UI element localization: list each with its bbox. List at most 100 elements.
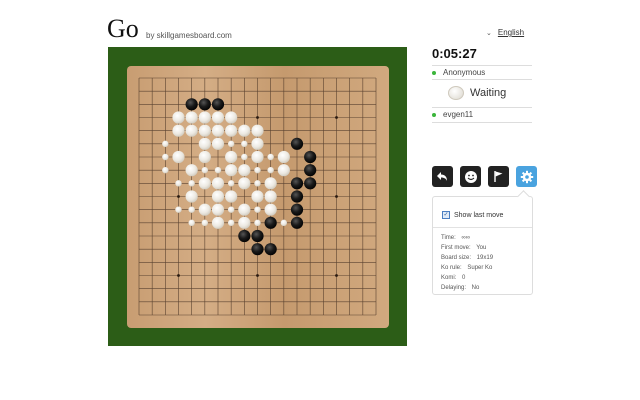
white-stone-marker[interactable]	[201, 166, 209, 174]
black-stone[interactable]	[290, 190, 304, 203]
white-stone-marker[interactable]	[280, 219, 288, 227]
black-stone[interactable]	[251, 229, 264, 243]
white-stone[interactable]	[211, 203, 225, 216]
white-stone-marker[interactable]	[214, 166, 222, 174]
white-stone-marker[interactable]	[227, 140, 235, 148]
page-title: Go	[107, 14, 139, 43]
white-stone-marker[interactable]	[267, 153, 274, 161]
white-stone-marker[interactable]	[254, 166, 261, 174]
player-row-top: Anonymous	[432, 68, 485, 77]
white-stone[interactable]	[185, 111, 198, 124]
divider	[432, 65, 532, 66]
black-stone[interactable]	[264, 216, 277, 229]
black-stone[interactable]	[185, 98, 198, 111]
white-stone[interactable]	[264, 177, 277, 190]
white-stone-marker[interactable]	[162, 140, 169, 148]
black-stone[interactable]	[290, 203, 304, 216]
black-stone[interactable]	[290, 216, 304, 229]
white-stone[interactable]	[251, 190, 264, 203]
white-stone-marker[interactable]	[254, 219, 261, 227]
white-stone-marker[interactable]	[227, 219, 235, 227]
white-stone[interactable]	[211, 190, 225, 203]
white-stone[interactable]	[225, 150, 238, 164]
show-last-move-checkbox[interactable]: ✓	[442, 211, 450, 219]
setting-row: Board size: 19x19	[441, 255, 493, 261]
setting-key: First move:	[441, 245, 471, 251]
white-stone[interactable]	[225, 124, 238, 137]
white-stone[interactable]	[185, 164, 198, 177]
black-stone[interactable]	[290, 177, 304, 190]
white-stone-marker[interactable]	[227, 206, 235, 213]
black-stone[interactable]	[290, 137, 304, 150]
black-stone[interactable]	[211, 98, 225, 111]
white-stone-marker[interactable]	[162, 166, 169, 174]
white-stone-marker[interactable]	[188, 219, 195, 227]
resign-button[interactable]	[488, 166, 509, 187]
setting-row: Komi: 0	[441, 275, 465, 281]
white-stone[interactable]	[198, 177, 211, 190]
white-stone[interactable]	[198, 137, 211, 150]
white-stone[interactable]	[238, 177, 251, 190]
white-stone[interactable]	[264, 190, 277, 203]
black-stone[interactable]	[304, 150, 317, 164]
language-selector[interactable]: ⌄ English	[486, 28, 524, 37]
white-stone-marker[interactable]	[254, 180, 261, 187]
white-stone-marker[interactable]	[254, 206, 261, 213]
divider	[432, 122, 532, 123]
white-stone-marker[interactable]	[162, 153, 169, 161]
setting-row: Ko rule: Super Ko	[441, 265, 492, 271]
settings-button[interactable]	[516, 166, 537, 187]
player-name: evgen11	[443, 110, 474, 119]
white-stone[interactable]	[238, 164, 251, 177]
white-stone[interactable]	[198, 124, 211, 137]
black-stone[interactable]	[238, 229, 251, 243]
white-stone-marker[interactable]	[175, 180, 182, 187]
white-stone-marker[interactable]	[267, 166, 274, 174]
white-stone[interactable]	[172, 111, 185, 124]
white-stone[interactable]	[172, 124, 185, 137]
language-label: English	[497, 28, 525, 37]
white-stone[interactable]	[277, 164, 290, 177]
white-stone-marker[interactable]	[175, 206, 182, 213]
black-stone[interactable]	[198, 98, 211, 111]
white-stone[interactable]	[251, 124, 264, 137]
site-credit[interactable]: by skillgamesboard.com	[146, 31, 232, 40]
setting-key: Delaying:	[441, 285, 467, 291]
white-stone[interactable]	[172, 150, 185, 164]
white-stone[interactable]	[264, 203, 277, 216]
white-stone[interactable]	[251, 150, 264, 164]
go-board[interactable]	[108, 47, 407, 346]
setting-row: Time: ∞∞	[441, 235, 470, 241]
black-stone[interactable]	[304, 177, 317, 190]
white-stone[interactable]	[211, 177, 225, 190]
white-stone[interactable]	[185, 190, 198, 203]
white-stone-marker[interactable]	[201, 219, 209, 227]
white-stone-marker[interactable]	[241, 153, 248, 161]
white-stone[interactable]	[211, 124, 225, 137]
white-stone[interactable]	[238, 203, 251, 216]
white-stone[interactable]	[238, 124, 251, 137]
white-stone[interactable]	[251, 137, 264, 150]
white-stone-marker[interactable]	[188, 180, 195, 187]
white-stone[interactable]	[198, 150, 211, 164]
show-last-move-option[interactable]: ✓ Show last move	[442, 211, 503, 219]
black-stone[interactable]	[264, 243, 277, 256]
white-stone[interactable]	[211, 216, 225, 229]
white-stone[interactable]	[225, 164, 238, 177]
white-stone[interactable]	[211, 137, 225, 150]
emoji-button[interactable]	[460, 166, 481, 187]
black-stone[interactable]	[304, 164, 317, 177]
white-stone[interactable]	[225, 190, 238, 203]
undo-button[interactable]	[432, 166, 453, 187]
white-stone[interactable]	[211, 111, 225, 124]
white-stone[interactable]	[238, 216, 251, 229]
white-stone-marker[interactable]	[188, 206, 195, 213]
white-stone[interactable]	[198, 111, 211, 124]
white-stone-marker[interactable]	[241, 140, 248, 148]
black-stone[interactable]	[251, 243, 264, 256]
white-stone[interactable]	[198, 203, 211, 216]
white-stone[interactable]	[225, 111, 238, 124]
white-stone[interactable]	[277, 150, 290, 164]
white-stone-marker[interactable]	[227, 180, 235, 187]
white-stone[interactable]	[185, 124, 198, 137]
